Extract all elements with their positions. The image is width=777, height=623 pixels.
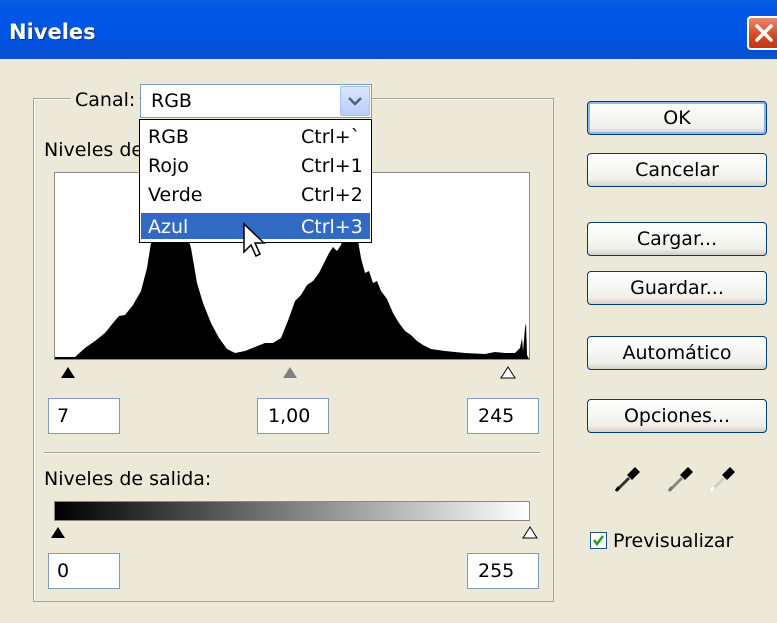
- close-icon: [755, 24, 773, 42]
- input-gamma-slider[interactable]: [282, 366, 298, 380]
- close-button[interactable]: [747, 16, 777, 50]
- output-white-value: 255: [478, 560, 515, 582]
- channel-option-label: Azul: [148, 216, 189, 238]
- channel-option-shortcut: Ctrl+1: [301, 155, 363, 177]
- output-white-field[interactable]: 255: [467, 553, 539, 589]
- auto-button[interactable]: Automático: [587, 336, 767, 370]
- divider: [44, 452, 540, 454]
- output-levels-label: Niveles de salida:: [44, 468, 212, 490]
- input-gamma-field[interactable]: 1,00: [257, 398, 329, 434]
- channel-select[interactable]: RGB: [140, 84, 372, 118]
- options-button[interactable]: Opciones...: [587, 399, 767, 433]
- white-eyedropper-icon[interactable]: [708, 463, 738, 493]
- channel-option-label: Rojo: [148, 155, 189, 177]
- channel-option-shortcut: Ctrl+2: [301, 184, 363, 206]
- input-white-slider[interactable]: [500, 366, 516, 380]
- output-black-value: 0: [57, 560, 70, 582]
- black-eyedropper-icon[interactable]: [613, 463, 643, 493]
- input-black-slider[interactable]: [60, 366, 76, 380]
- output-gradient-bar: [54, 501, 530, 521]
- channel-option-shortcut: Ctrl+`: [301, 126, 361, 148]
- checkmark-icon: [593, 535, 604, 547]
- input-white-value: 245: [478, 405, 515, 427]
- mouse-pointer-icon: [243, 222, 266, 258]
- input-gamma-value: 1,00: [268, 405, 311, 427]
- load-button[interactable]: Cargar...: [587, 222, 767, 256]
- channel-option-green[interactable]: Verde Ctrl+2: [141, 181, 370, 207]
- chevron-down-icon: [348, 97, 362, 106]
- channel-option-red[interactable]: Rojo Ctrl+1: [141, 152, 370, 178]
- channel-option-label: Verde: [148, 184, 203, 206]
- channel-option-rgb[interactable]: RGB Ctrl+`: [141, 123, 370, 149]
- preview-checkbox[interactable]: [590, 532, 607, 549]
- input-levels-label: Niveles de: [44, 139, 144, 161]
- output-black-field[interactable]: 0: [48, 553, 120, 589]
- output-black-slider[interactable]: [50, 526, 66, 540]
- title-bar: Niveles: [0, 0, 777, 59]
- input-white-field[interactable]: 245: [467, 398, 539, 434]
- preview-label[interactable]: Previsualizar: [613, 530, 733, 552]
- channel-option-label: RGB: [148, 126, 189, 148]
- input-black-value: 7: [57, 405, 70, 427]
- channel-dropdown-button[interactable]: [340, 86, 370, 116]
- gray-eyedropper-icon[interactable]: [666, 463, 696, 493]
- output-white-slider[interactable]: [522, 526, 538, 540]
- channel-option-shortcut: Ctrl+3: [301, 216, 363, 238]
- channel-label: Canal:: [71, 89, 140, 111]
- ok-button[interactable]: OK: [587, 101, 767, 135]
- save-button[interactable]: Guardar...: [587, 271, 767, 305]
- input-black-field[interactable]: 7: [48, 398, 120, 434]
- cancel-button[interactable]: Cancelar: [587, 153, 767, 187]
- channel-selected-value: RGB: [151, 90, 192, 112]
- window-title: Niveles: [9, 20, 96, 44]
